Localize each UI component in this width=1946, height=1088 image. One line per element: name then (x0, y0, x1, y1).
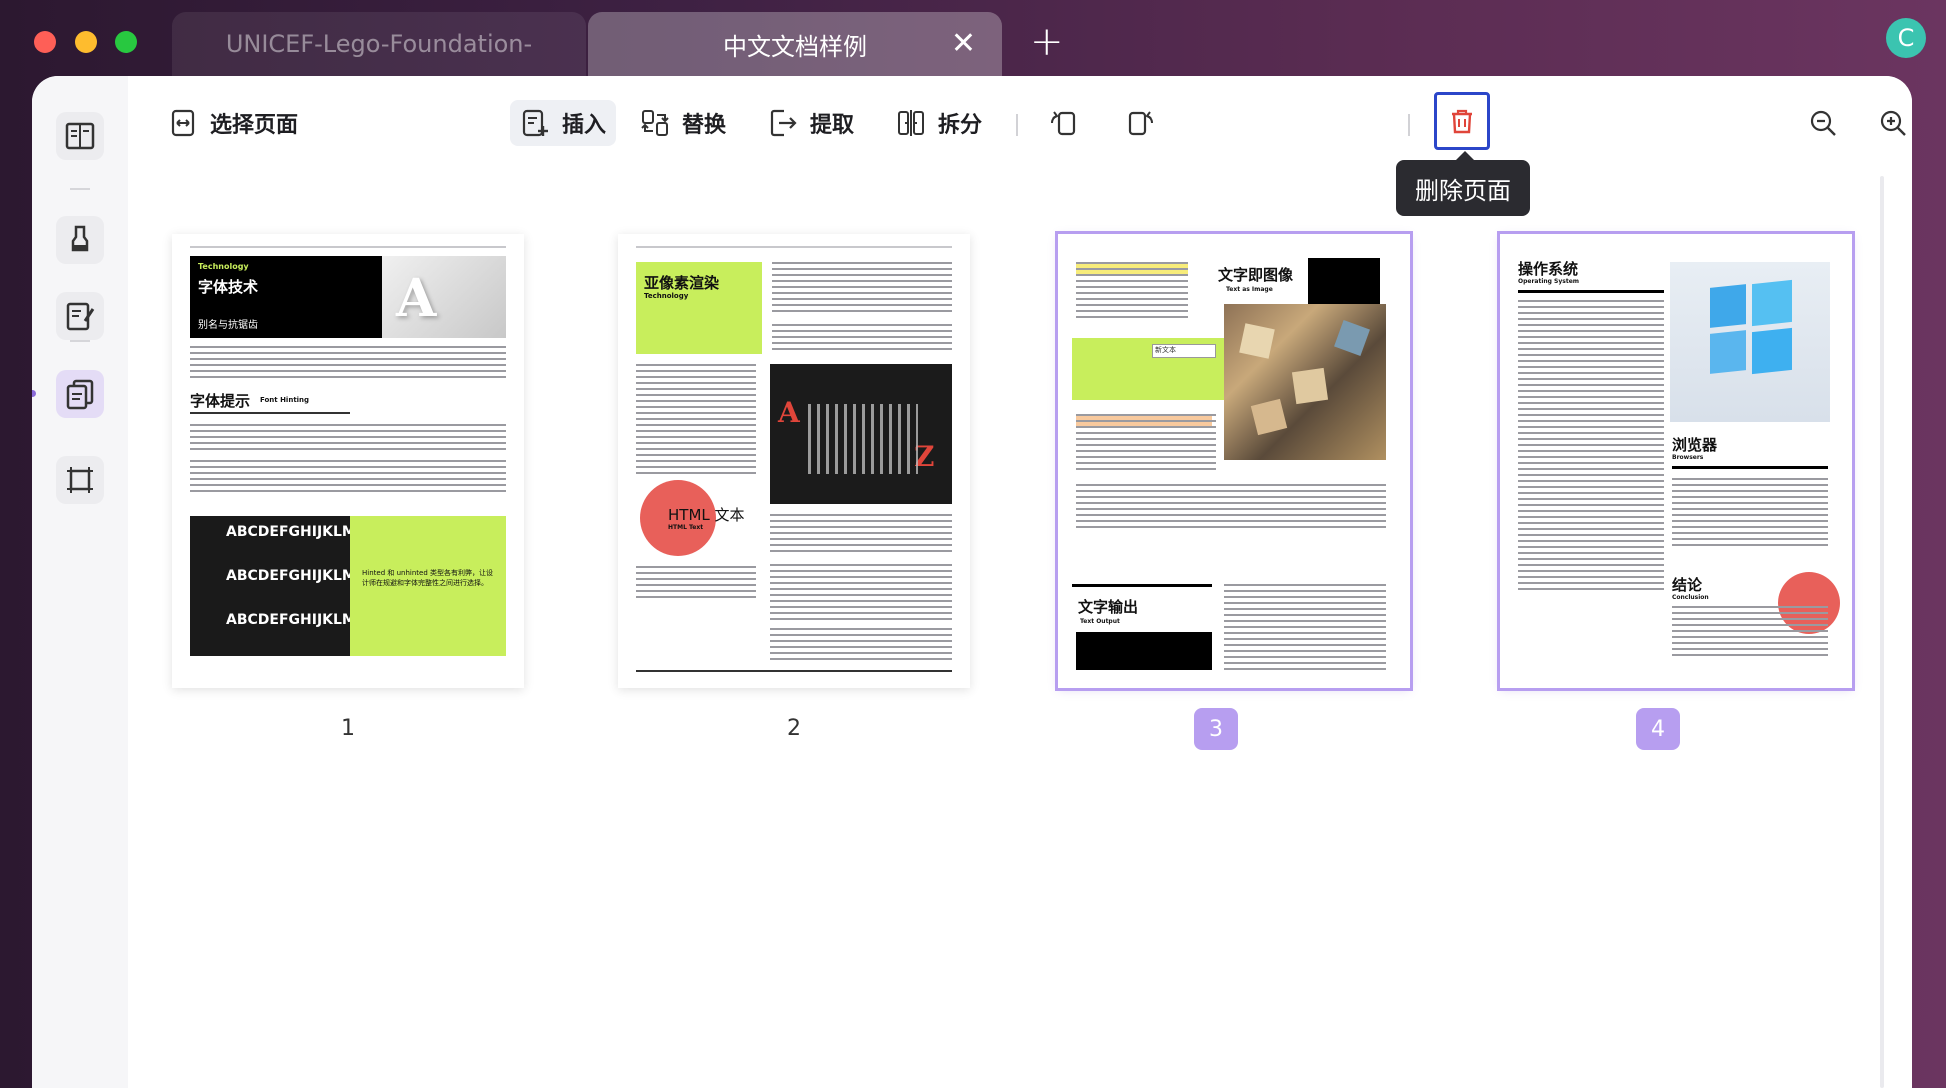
pages-icon (66, 379, 94, 410)
page-thumbnail-3[interactable]: 文字即图像 Text as Image 新文本 文字输出 Text Output (1055, 231, 1413, 691)
tab-label: UNICEF-Lego-Foundation- (225, 30, 533, 58)
page3-text-field: 新文本 (1152, 344, 1216, 358)
rotate-right-icon (1128, 111, 1153, 136)
zoom-in-icon (1880, 110, 1906, 136)
crop-icon (67, 467, 93, 493)
page4-section: 浏览器 (1672, 436, 1718, 454)
split-icon (898, 110, 924, 136)
page-organizer: 选择页面 插入 替换 提取 拆分 删除页面 A Technology 字体技术 … (128, 76, 1912, 1088)
tab-chinese-sample[interactable]: 中文文档样例 ✕ (588, 12, 1002, 76)
crop-tool-button[interactable] (56, 456, 104, 504)
highlighter-icon (71, 225, 89, 252)
organize-pages-button[interactable] (56, 370, 104, 418)
sidebar-divider (70, 188, 90, 190)
page2-title: 亚像素渲染 (644, 274, 720, 292)
page-thumbnail-4[interactable]: 操作系统 Operating System 浏览器 Browsers 结论 Co… (1497, 231, 1855, 691)
page2-section-en: HTML Text (668, 524, 704, 531)
sidebar-divider (70, 340, 90, 342)
page1-subtitle: 别名与抗锯齿 (198, 320, 258, 331)
tab-unicef-document[interactable]: UNICEF-Lego-Foundation- (172, 12, 586, 76)
trash-icon (1452, 109, 1472, 134)
rotate-left-button[interactable] (1038, 100, 1088, 146)
zoom-window-button[interactable] (115, 31, 137, 53)
page1-title: 字体技术 (198, 278, 259, 296)
edit-document-icon (66, 302, 95, 331)
toolbar-divider (1408, 114, 1410, 136)
page1-section-en: Font Hinting (260, 396, 310, 404)
delete-page-button[interactable] (1434, 92, 1490, 150)
reader-mode-button[interactable] (56, 112, 104, 160)
edit-mode-button[interactable] (56, 292, 104, 340)
replace-page-icon (641, 110, 669, 136)
minimize-window-button[interactable] (75, 31, 97, 53)
page1-section: 字体提示 (190, 392, 251, 410)
select-pages-button[interactable]: 选择页面 (158, 100, 308, 146)
page-thumbnail-2[interactable]: 亚像素渲染 Technology A Z HTML 文本 HTML Text (618, 234, 970, 688)
page4-section-en: Browsers (1672, 454, 1704, 461)
zoom-out-button[interactable] (1798, 100, 1848, 146)
scrollbar[interactable] (1880, 176, 1884, 1088)
insert-page-icon (522, 109, 548, 137)
page3-section: 文字输出 (1078, 598, 1139, 616)
page-thumbnail-1[interactable]: A Technology 字体技术 别名与抗锯齿 字体提示 Font Hinti… (172, 234, 524, 688)
page4-title: 操作系统 (1518, 260, 1579, 278)
sidebar (32, 76, 129, 1088)
page-number-1: 1 (341, 715, 355, 741)
rotate-left-icon (1051, 111, 1076, 136)
select-pages-label: 选择页面 (210, 113, 299, 138)
zoom-out-icon (1810, 110, 1836, 136)
select-pages-icon (171, 109, 195, 137)
extract-page-button[interactable]: 提取 (758, 100, 864, 146)
split-label: 拆分 (938, 113, 983, 138)
extract-page-icon (770, 109, 797, 137)
page3-title-en: Text as Image (1226, 286, 1273, 293)
new-tab-button[interactable]: + (1030, 22, 1064, 62)
page2-section: HTML 文本 (668, 506, 745, 524)
zoom-in-button[interactable] (1868, 100, 1912, 146)
toolbar-divider (1016, 114, 1018, 136)
page-number-2: 2 (787, 715, 801, 741)
book-icon (65, 122, 95, 150)
user-avatar[interactable]: C (1886, 18, 1926, 58)
page4-title-en: Operating System (1518, 278, 1580, 285)
split-document-button[interactable]: 拆分 (886, 100, 992, 146)
page2-tag: Technology (644, 292, 689, 300)
insert-label: 插入 (562, 113, 607, 138)
active-indicator (32, 390, 36, 397)
close-window-button[interactable] (34, 31, 56, 53)
app-window: 选择页面 插入 替换 提取 拆分 删除页面 A Technology 字体技术 … (32, 76, 1912, 1088)
tab-label: 中文文档样例 (723, 32, 867, 61)
page4-conclusion-en: Conclusion (1672, 594, 1709, 601)
replace-page-button[interactable]: 替换 (630, 100, 736, 146)
page4-conclusion: 结论 (1672, 576, 1703, 594)
extract-label: 提取 (810, 113, 855, 138)
rotate-right-button[interactable] (1116, 100, 1166, 146)
page1-caption: Hinted 和 unhinted 类型各有利弊，让设计师在规避和字体完整性之间… (362, 569, 494, 587)
replace-label: 替换 (682, 113, 727, 138)
page3-title: 文字即图像 (1218, 266, 1294, 284)
page1-tag: Technology (198, 262, 249, 271)
delete-page-tooltip: 删除页面 (1396, 151, 1530, 216)
close-tab-icon[interactable]: ✕ (951, 29, 976, 59)
page-number-4: 4 (1636, 708, 1680, 750)
page3-section-en: Text Output (1080, 618, 1120, 625)
organize-toolbar: 选择页面 插入 替换 提取 拆分 删除页面 (128, 76, 1912, 216)
insert-page-button[interactable]: 插入 (510, 100, 617, 146)
page-number-3: 3 (1194, 708, 1238, 750)
comment-mode-button[interactable] (56, 216, 104, 264)
